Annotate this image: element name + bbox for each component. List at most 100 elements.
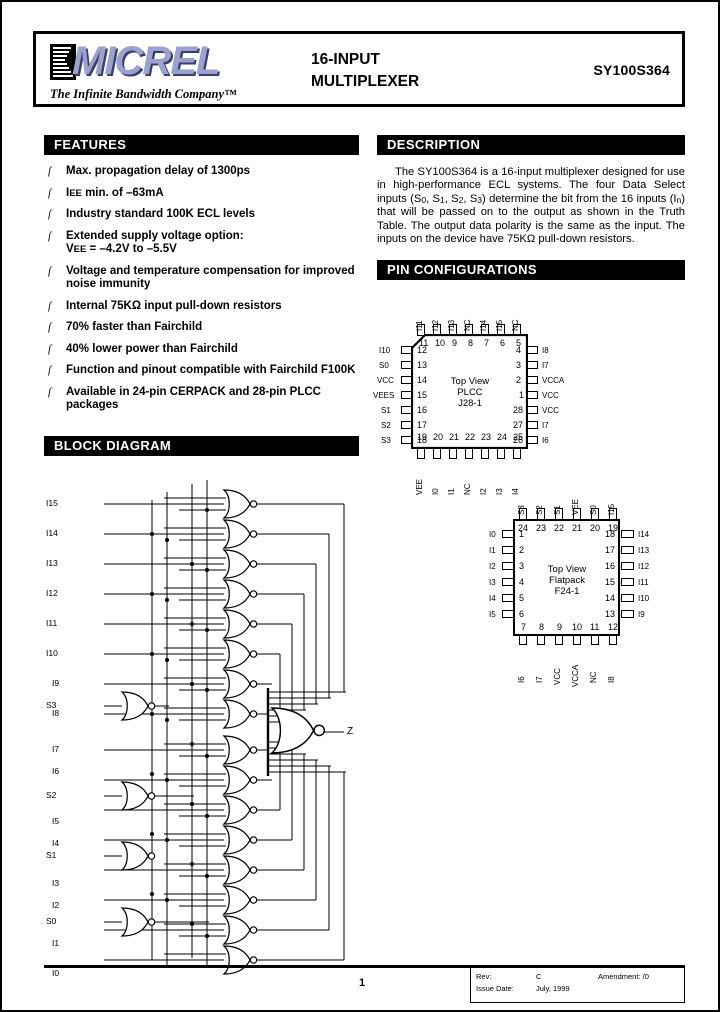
blk-select-label: S1 [46,850,57,860]
page-header: MICREL The Infinite Bandwidth Company™ 1… [33,31,685,107]
left-column: FEATURES ſ Max. propagation delay of 1300… [44,135,359,421]
blk-input-label: I12 [46,588,58,598]
fp-pin-name: I9 [638,610,645,620]
fp-pin-name: I0 [489,530,496,540]
pin-configurations-header: PIN CONFIGURATIONS [377,260,685,281]
revision-box: Rev: C Amendment: /0 Issue Date: July, 1… [470,967,685,1003]
blk-input-label: I7 [52,744,60,754]
blk-input-label: I1 [52,938,60,948]
part-number: SY100S364 [593,62,670,78]
plcc-pin-name: S3 [381,436,391,446]
flatpack-package-diagram: 24 23 22 21 20 19 7 8 9 10 11 12 1 2 3 4… [489,499,650,688]
block-diagram-canvas: I15 I14 I13 I12 I11 I10 I9 I8 S3 I7 I6 S… [44,460,359,980]
plcc-pin-name: I7 [542,361,549,371]
logo-wordmark: MICREL [72,39,220,83]
plcc-pin-name: VCC [542,391,559,401]
right-column: DESCRIPTION The SY100S364 is a 16-input … [373,135,685,688]
bullet-icon: ſ [48,342,52,355]
fp-pin-name: I7 [535,676,544,684]
fp-pin-name: I2 [489,562,496,572]
plcc-pin-name: I13 [447,320,456,332]
fp-pin-name: I5 [489,610,496,620]
block-diagram-header: BLOCK DIAGRAM [44,436,359,456]
plcc-pin-name: VCCA [542,376,565,386]
fp-pin-name: S0 [589,505,598,516]
fp-pin-name: I3 [489,578,496,588]
feature-text: Max. propagation delay of 1300ps [66,165,251,177]
bullet-icon: ſ [48,364,52,376]
blk-select-label: S2 [46,790,57,800]
blk-input-label: I2 [52,900,60,910]
feature-text: Industry standard 100K ECL levels [66,208,255,220]
plcc-pin-name: I6 [542,436,549,446]
features-header: FEATURES [44,135,359,155]
fp-pin-name: VCCA [571,665,580,688]
bullet-icon: ſ [48,229,52,242]
feature-item: ſ IEE min. of –63mA [48,186,164,199]
bullet-icon: ſ [48,299,52,312]
blk-input-label: I9 [52,678,60,688]
feature-item: ſ 70% faster than Fairchild [44,321,359,335]
plcc-pin-name: I0 [431,488,440,496]
plcc-pin-name: NC [511,319,520,332]
plcc-pin-name: VEE [415,479,424,496]
fp-pin-name: NC [589,671,598,684]
plcc-pin-name: I1 [447,488,456,496]
plcc-pin-name: S1 [381,406,391,416]
plcc-pin-name: VEES [373,391,395,401]
feature-text: Internal 75KΩ input pull-down resistors [66,299,282,312]
page-title: 16-INPUT MULTIPLEXER [311,49,419,93]
rev-key: Rev: [476,972,492,981]
blk-select-label: S3 [46,700,57,710]
bullet-icon: ſ [48,165,52,177]
fp-pin-name: I1 [489,546,496,556]
blk-output-label: Z [347,726,354,737]
title-line-2: MULTIPLEXER [311,73,420,90]
fp-pin-name: S3 [517,505,526,516]
plcc-caption-1: Top View [450,376,490,388]
fp-pin-name: I10 [638,594,650,604]
blk-input-label: I3 [52,878,60,888]
feature-item: ſ Internal 75KΩ input pull-down resistors [44,300,359,314]
plcc-pin-name: NC [463,483,472,496]
feature-text: 70% faster than Fairchild [66,321,203,333]
description-text: The SY100S364 is a 16-input multiplexer … [377,166,685,246]
fp-pin-name: I14 [638,530,650,540]
pin-configurations-diagrams: 11 10 9 8 7 6 5 19 20 21 22 23 24 25 12 … [373,286,685,688]
micrel-logo: MICREL The Infinite Bandwidth Company™ [50,40,260,104]
feature-item: ſ Voltage and temperature compensation fo… [44,265,359,292]
description-header: DESCRIPTION [377,135,685,155]
fp-lead-right [621,530,634,539]
issue-date-value: July, 1999 [536,984,570,993]
datasheet-page: MICREL The Infinite Bandwidth Company™ 1… [0,0,720,1012]
fp-lead-right [621,578,634,587]
plcc-pin-name: I15 [495,320,504,332]
feature-item: ſ Industry standard 100K ECL levels [44,208,359,222]
logo-tagline: The Infinite Bandwidth Company™ [50,87,237,101]
fp-pin-name: I11 [638,578,649,588]
feature-item: ſ Extended supply voltage option: VEE = –4… [48,229,244,256]
fp-pin-name: I15 [607,504,616,516]
plcc-pin-name: I11 [415,320,424,332]
plcc-caption-3: J28-1 [458,398,482,410]
blk-input-label: I4 [52,838,60,848]
feature-item: ſ 40% lower power than Fairchild [44,343,359,357]
fp-lead-right [621,546,634,555]
amendment-key: Amendment: [598,972,641,981]
bullet-icon: ſ [48,186,52,199]
blk-input-label: I6 [52,766,60,776]
bullet-icon: ſ [48,321,52,333]
fp-pin-name: S1 [553,505,562,516]
fp-caption-2: Flatpack [549,575,585,587]
blk-input-label: I5 [52,816,60,826]
features-list: ſ Max. propagation delay of 1300ps ſ IEE m… [44,165,359,413]
feature-item: ſ Function and pinout compatible with Fai… [44,364,359,378]
plcc-package-diagram: 11 10 9 8 7 6 5 19 20 21 22 23 24 25 12 … [373,319,565,496]
plcc-pin-name: I14 [479,320,488,332]
feature-text: Voltage and temperature compensation for… [66,264,355,291]
issue-date-key: Issue Date: [476,984,514,993]
plcc-caption-2: PLCC [457,387,483,399]
feature-item: ſ Max. propagation delay of 1300ps [44,165,359,179]
blk-input-label: I13 [46,558,58,568]
plcc-pin-name: S2 [381,421,391,431]
